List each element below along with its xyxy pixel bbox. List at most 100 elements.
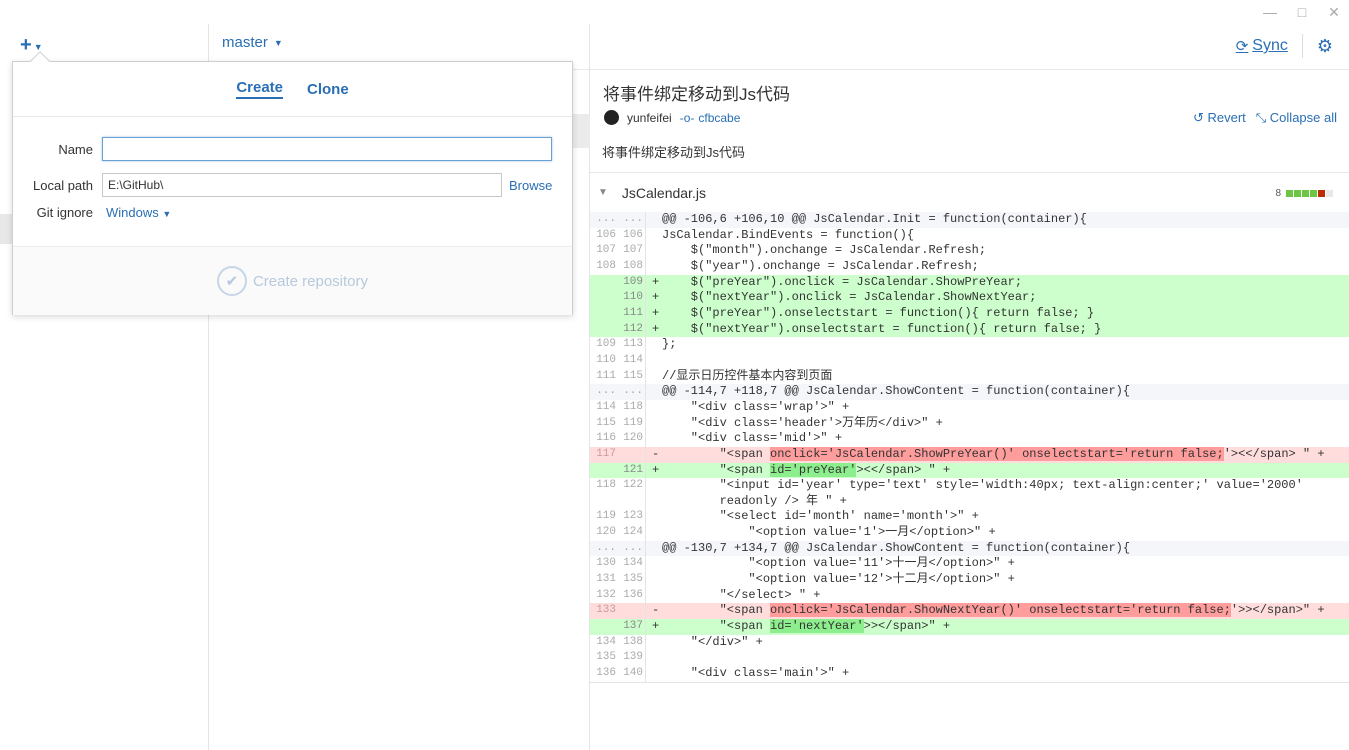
old-line-number (590, 494, 618, 510)
new-line-number: 134 (618, 556, 646, 573)
collapse-icon: ⤡ (1255, 110, 1267, 125)
diff-marker (646, 556, 662, 572)
local-path-input[interactable] (102, 173, 502, 197)
changed-text-highlight: id='preYear' (770, 462, 857, 477)
diff-marker (646, 525, 662, 541)
new-line-number: ... (618, 384, 646, 400)
diff-line: readonly /> 年 " + (590, 493, 1349, 510)
new-line-number: 110 (618, 290, 646, 306)
old-line-number (590, 619, 618, 635)
diff-code: "<select id='month' name='month'>" + (662, 509, 979, 524)
new-line-number: 106 (618, 227, 646, 244)
diff-code: "<div class='main'>" + (662, 666, 850, 681)
old-line-number: 132 (596, 588, 616, 601)
new-line-number: 138 (618, 634, 646, 651)
sync-icon: ⟳ (1235, 38, 1249, 55)
diff-code: }; (662, 337, 677, 352)
old-line-number: 134 (596, 635, 616, 648)
tab-create[interactable]: Create (236, 79, 284, 99)
new-line-number: 119 (618, 415, 646, 432)
diff-line: 119 123 "<select id='month' name='month'>… (590, 509, 1349, 526)
file-header[interactable]: ▼ JsCalendar.js 8 (590, 172, 1349, 212)
diff-code: $("year").onchange = JsCalendar.Refresh; (662, 258, 979, 273)
create-repository-button[interactable]: ✔ Create repository (13, 247, 572, 315)
diff-line: 116 120 "<div class='mid'>" + (590, 431, 1349, 447)
toolbar-divider (1301, 34, 1303, 58)
diff-marker (646, 259, 662, 275)
minimize-icon[interactable]: — (1263, 4, 1277, 21)
chevron-down-icon: ▼ (273, 37, 283, 48)
branch-name: master (222, 34, 268, 51)
diff-stat-square (1318, 190, 1325, 197)
new-line-number: ... (618, 540, 646, 557)
tab-clone[interactable]: Clone (307, 81, 349, 98)
diff-marker (646, 666, 662, 682)
diff-code: "<div class='header'>万年历</div>" + (662, 415, 943, 430)
new-line-number: 123 (618, 509, 646, 526)
diff-code: //显示日历控件基本内容到页面 (662, 368, 833, 383)
diff-code: "<span onclick='JsCalendar.ShowNextYear(… (662, 603, 1325, 619)
new-line-number: 120 (618, 431, 646, 447)
diff-marker: + (652, 290, 660, 305)
chevron-down-icon[interactable]: ▼ (598, 187, 608, 198)
diff-line: 112 + $("nextYear").onselectstart = funct… (590, 321, 1349, 338)
diff-code: $("nextYear").onclick = JsCalendar.ShowN… (662, 290, 1037, 305)
diff-line: 133 - "<span onclick='JsCalendar.ShowNext… (590, 603, 1349, 620)
diff-line: ...... @@ -114,7 +118,7 @@ JsCalendar.Sho… (590, 384, 1349, 400)
diff-marker (646, 416, 662, 432)
old-line-number (590, 321, 618, 338)
diff-line: 135 139 (590, 650, 1349, 667)
diff-marker: - (652, 603, 660, 618)
git-ignore-dropdown[interactable]: Windows ▼ (106, 205, 171, 220)
new-line-number: 115 (618, 368, 646, 385)
name-input[interactable] (102, 137, 552, 161)
old-line-number (590, 462, 618, 479)
local-path-label: Local path (33, 177, 93, 193)
diff-marker: + (652, 274, 660, 289)
close-icon[interactable]: ✕ (1327, 4, 1341, 21)
branch-selector[interactable]: master ▼ (222, 34, 283, 51)
old-line-number: 120 (596, 526, 616, 539)
gear-icon[interactable]: ⚙ (1317, 36, 1333, 57)
collapse-all-button[interactable]: ⤡ Collapse all (1256, 110, 1337, 126)
old-line-number: 109 (596, 338, 616, 351)
new-line-number: 109 (618, 274, 646, 291)
diff-marker (646, 509, 662, 525)
old-line-number: 107 (596, 244, 616, 257)
git-ignore-value: Windows (106, 205, 159, 220)
create-form: Name Local path Browse Git ignore Window… (13, 117, 572, 247)
new-line-number: 137 (618, 619, 646, 635)
browse-button[interactable]: Browse (509, 178, 552, 193)
diff-line: 118 122 "<input id='year' type='text' sty… (590, 478, 1349, 494)
diff-code: "<span onclick='JsCalendar.ShowPreYear()… (662, 446, 1325, 463)
commit-sha-link[interactable]: -o- cfbcabe (680, 111, 741, 125)
commit-author[interactable]: yunfeifei (627, 111, 672, 125)
revert-button[interactable]: ↺ Revert (1193, 110, 1246, 126)
diff-code: @@ -106,6 +106,10 @@ JsCalendar.Init = f… (662, 212, 1087, 226)
code-text: "<span (662, 619, 771, 634)
diff-line: 136 140 "<div class='main'>" + (590, 666, 1349, 682)
sync-button[interactable]: ⟳ Sync (1236, 37, 1288, 55)
old-line-number (590, 274, 618, 291)
collapse-label: Collapse all (1269, 110, 1337, 125)
window-controls: — □ ✕ (1263, 4, 1341, 21)
diff-marker (646, 400, 662, 416)
github-icon (604, 110, 619, 125)
old-line-number: 117 (596, 447, 616, 460)
diff-stat: 8 (1275, 188, 1333, 199)
diff-marker (646, 572, 662, 588)
old-line-number (590, 305, 618, 322)
file-name: JsCalendar.js (621, 184, 706, 201)
new-line-number: 121 (618, 462, 646, 479)
maximize-icon[interactable]: □ (1295, 4, 1309, 21)
diff-marker (646, 588, 662, 604)
diff-code: $("preYear").onselectstart = function(){… (662, 305, 1095, 320)
new-line-number (618, 446, 646, 463)
chevron-down-icon: ▼ (33, 41, 43, 52)
old-line-number: 110 (596, 353, 616, 366)
new-line-number: 139 (618, 650, 646, 667)
diff-stat-square (1294, 190, 1301, 197)
diff-code: JsCalendar.BindEvents = function(){ (662, 227, 915, 242)
old-line-number: 115 (596, 416, 616, 429)
diff-marker (646, 243, 662, 259)
